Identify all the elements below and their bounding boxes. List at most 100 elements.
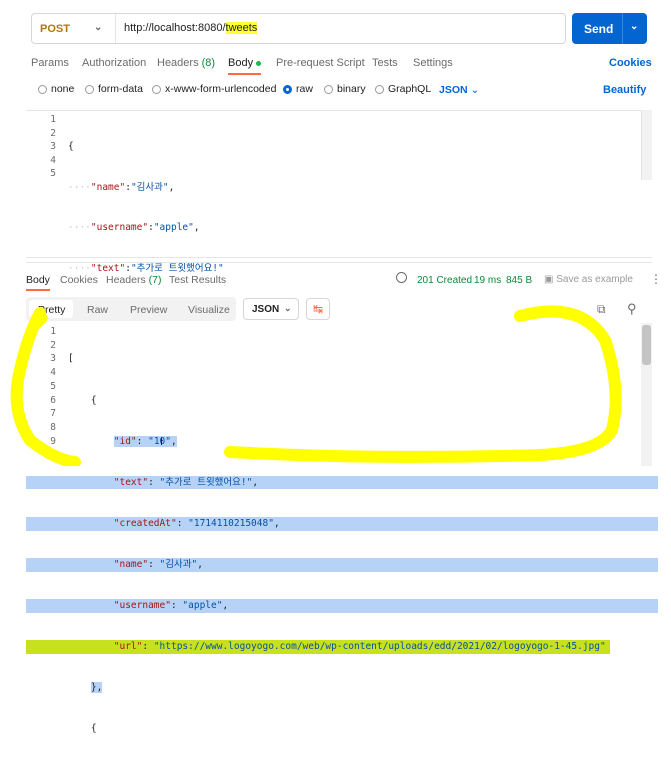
json-end: , — [222, 600, 229, 612]
chevron-down-icon: ⌄ — [470, 84, 480, 96]
radio-circle — [375, 84, 384, 94]
tab-pre-request-script[interactable]: Pre-request Script — [276, 57, 365, 69]
json-sep: : — [148, 558, 160, 570]
radio-circle — [324, 84, 333, 94]
send-divider — [622, 13, 623, 44]
method-label: POST — [40, 22, 70, 35]
chevron-down-icon: ⌄ — [94, 22, 103, 33]
request-body-editor[interactable]: 1 2 3 4 5 { ····"name":"김사과", ····"usern… — [26, 110, 652, 314]
json-value: "추가로 트윗했어요!" — [159, 476, 253, 488]
radio-label: binary — [337, 83, 366, 95]
tab-count: (8) — [201, 57, 216, 69]
radio-circle-selected — [283, 84, 292, 94]
tab-params[interactable]: Params — [31, 57, 69, 69]
url-path-highlighted: tweets — [225, 22, 258, 34]
json-end: , — [168, 181, 175, 193]
pane-divider[interactable] — [26, 262, 652, 263]
tab-label: Headers — [157, 57, 199, 69]
radio-circle — [152, 84, 161, 94]
tab-tests[interactable]: Tests — [372, 57, 398, 69]
marker-stroke — [32, 314, 48, 330]
code-line-highlighted: "url": "https://www.logoyogo.com/web/wp-… — [26, 640, 610, 654]
active-dot — [256, 60, 262, 66]
code-line: "username": "apple", — [26, 599, 658, 613]
json-brace: { — [90, 723, 97, 735]
json-key: "url" — [113, 641, 143, 653]
radio-label: x-www-form-urlencoded — [165, 83, 277, 95]
radio-label: GraphQL — [388, 83, 432, 95]
radio-label: none — [51, 83, 75, 95]
code-line: ····"name":"김사과", — [68, 181, 175, 193]
json-key: "username" — [90, 222, 149, 233]
response-tab-body[interactable]: Body — [26, 274, 50, 291]
request-scrollbar[interactable] — [641, 110, 652, 180]
save-label: Save as example — [556, 274, 633, 285]
json-end: , — [252, 476, 259, 488]
response-tab-cookies[interactable]: Cookies — [60, 274, 98, 286]
json-value: "김사과" — [159, 558, 198, 570]
code-line: "text": "추가로 트윗했어요!", — [26, 475, 658, 490]
radio-label: raw — [296, 83, 313, 95]
json-key: "createdAt" — [113, 517, 177, 529]
radio-circle — [85, 84, 94, 94]
json-key: "text" — [90, 262, 126, 274]
body-format-select[interactable]: JSON ⌄ — [439, 84, 479, 96]
code-line: "createdAt": "1714110215048", — [26, 516, 658, 531]
tab-authorization[interactable]: Authorization — [82, 57, 146, 69]
status-code[interactable]: 201 Created — [417, 275, 472, 286]
radio-graphql[interactable]: GraphQL — [375, 83, 431, 95]
radio-form-data[interactable]: form-data — [85, 83, 143, 95]
more-options-icon[interactable]: ⋮ — [650, 272, 662, 286]
line-number: 4 — [50, 154, 56, 166]
tab-label: Settings — [413, 57, 453, 69]
response-tab-headers[interactable]: Headers (7) — [106, 274, 161, 286]
cookies-link[interactable]: Cookies — [609, 57, 652, 69]
json-end: , — [273, 517, 280, 529]
json-key: "text" — [113, 476, 149, 488]
response-time[interactable]: 19 ms — [474, 275, 501, 286]
response-tab-test-results[interactable]: Test Results — [169, 274, 226, 286]
json-value: "https://www.logoyogo.com/web/wp-content… — [153, 641, 606, 653]
radio-label: form-data — [98, 83, 143, 95]
line-number: 1 — [50, 114, 56, 125]
send-button[interactable]: Send ⌄ — [572, 13, 647, 44]
json-value: "추가로 트윗했어요!" — [130, 262, 224, 274]
globe-icon[interactable] — [396, 272, 407, 283]
line-number: 3 — [50, 141, 56, 152]
json-end: , — [197, 558, 203, 570]
tab-headers[interactable]: Headers (8) — [157, 57, 215, 69]
radio-circle — [38, 84, 47, 94]
json-key: "name" — [90, 181, 126, 193]
format-label: JSON — [439, 84, 468, 96]
url-base: http://localhost:8080/ — [124, 22, 226, 34]
chevron-down-icon[interactable]: ⌄ — [630, 21, 638, 32]
json-sep: : — [170, 600, 183, 612]
beautify-link[interactable]: Beautify — [603, 84, 646, 96]
response-size[interactable]: 845 B — [506, 275, 532, 286]
tab-count: (7) — [148, 274, 162, 286]
tab-settings[interactable]: Settings — [413, 57, 453, 69]
tab-label: Cookies — [60, 274, 98, 286]
url-bar[interactable]: POST ⌄ http://localhost:8080/tweets — [31, 13, 566, 44]
json-key: "username" — [113, 600, 171, 612]
radio-raw[interactable]: raw — [283, 83, 313, 95]
save-as-example-button[interactable]: ▣ Save as example — [544, 274, 633, 285]
tab-label: Body — [26, 274, 50, 286]
tab-label: Body — [228, 57, 254, 69]
line-number: 5 — [50, 168, 56, 179]
json-value: "김사과" — [130, 181, 169, 193]
radio-x-www-form-urlencoded[interactable]: x-www-form-urlencoded — [152, 83, 276, 95]
send-label: Send — [584, 22, 614, 36]
method-select[interactable]: POST ⌄ — [32, 14, 116, 43]
code-line: { — [68, 722, 658, 736]
tab-body[interactable]: Body — [228, 57, 262, 75]
tab-label: Authorization — [82, 57, 147, 69]
radio-none[interactable]: none — [38, 83, 74, 95]
code-line: ····"username":"apple", — [68, 222, 200, 233]
json-sep: : — [142, 641, 154, 653]
json-key: "name" — [113, 558, 149, 570]
json-value: "apple" — [182, 600, 223, 612]
url-input[interactable]: http://localhost:8080/tweets — [124, 22, 258, 34]
line-number: 2 — [50, 127, 56, 139]
radio-binary[interactable]: binary — [324, 83, 366, 95]
